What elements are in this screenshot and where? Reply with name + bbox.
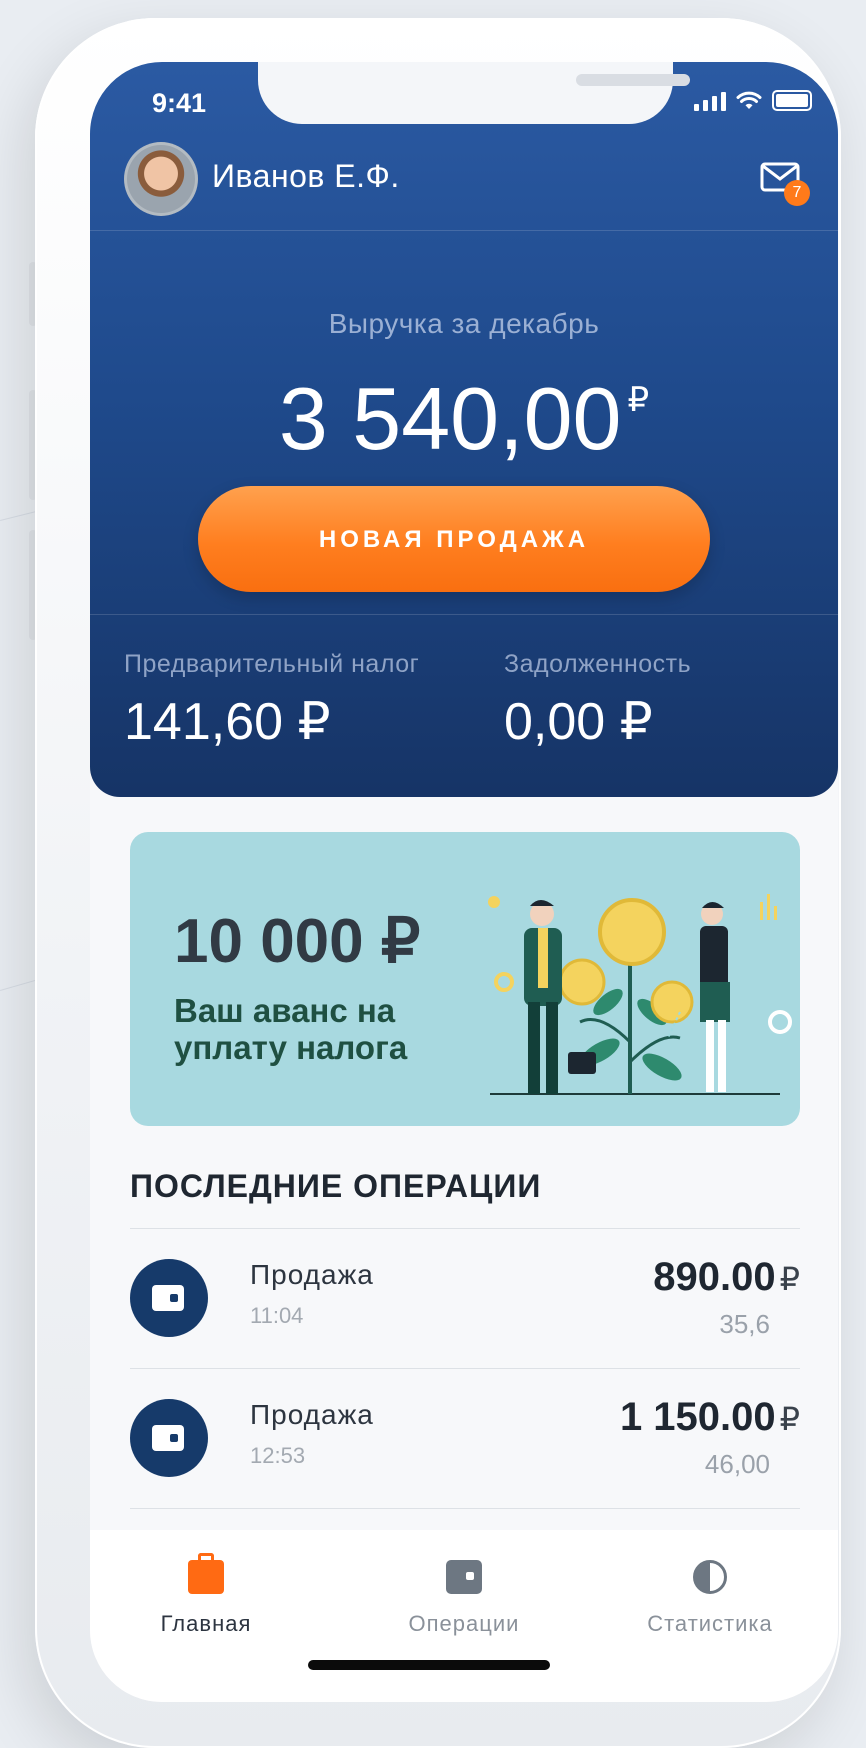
tab-label: Главная — [160, 1611, 252, 1636]
avatar[interactable] — [124, 142, 198, 216]
operation-title: Продажа — [250, 1399, 374, 1430]
operation-title: Продажа — [250, 1259, 374, 1290]
operation-row[interactable]: Продажа 11:04 890.00 ₽ 35,6 — [130, 1228, 800, 1369]
revenue-amount-value: 3 540,00 — [278, 369, 622, 468]
revenue-header: 9:41 Иванов Е.Ф. 7 Выручка за декабрь 3 … — [90, 62, 838, 797]
user-name[interactable]: Иванов Е.Ф. — [212, 158, 400, 195]
debt-value: 0,00 ₽ — [504, 693, 653, 751]
tab-label: Операции — [408, 1611, 520, 1636]
app-screen: 9:41 Иванов Е.Ф. 7 Выручка за декабрь 3 … — [90, 62, 838, 1702]
operation-currency: ₽ — [779, 1261, 800, 1297]
tab-statistics[interactable]: Статистика — [610, 1560, 810, 1637]
speaker-grille — [576, 74, 690, 86]
operation-time: 11:04 — [250, 1303, 304, 1328]
operation-row[interactable]: Продажа 12:53 1 150.00 ₽ 46,00 — [130, 1368, 800, 1509]
status-icons — [694, 90, 812, 111]
promo-banner[interactable]: 10 000 ₽ Ваш аванс на уплату налога — [130, 832, 800, 1126]
revenue-amount: 3 540,00 ₽ — [90, 368, 838, 470]
operation-currency: ₽ — [779, 1401, 800, 1437]
briefcase-icon — [188, 1553, 224, 1594]
tab-operations[interactable]: Операции — [364, 1560, 564, 1637]
divider — [90, 230, 838, 231]
operation-amount-value: 890.00 — [653, 1255, 776, 1299]
recent-operations-title: ПОСЛЕДНИЕ ОПЕРАЦИИ — [130, 1168, 542, 1204]
pie-chart-icon — [693, 1560, 727, 1594]
debt-label: Задолженность — [504, 650, 692, 678]
phone-notch — [258, 62, 690, 124]
promo-text: Ваш аванс на уплату налога — [174, 992, 408, 1066]
preliminary-tax-label: Предварительный налог — [124, 650, 420, 678]
revenue-currency: ₽ — [627, 381, 650, 419]
operation-amount: 890.00 ₽ — [653, 1255, 800, 1300]
wallet-icon — [130, 1259, 208, 1337]
status-time: 9:41 — [152, 88, 207, 118]
tab-home[interactable]: Главная — [106, 1553, 306, 1637]
operation-time: 12:53 — [250, 1443, 306, 1468]
new-sale-button[interactable]: НОВАЯ ПРОДАЖА — [198, 486, 710, 592]
battery-icon — [772, 90, 812, 111]
wifi-icon — [736, 91, 762, 109]
revenue-label: Выручка за декабрь — [328, 308, 600, 339]
tab-label: Статистика — [647, 1611, 773, 1636]
operation-tax: 46,00 — [704, 1449, 770, 1479]
promo-amount: 10 000 ₽ — [174, 907, 421, 976]
operation-tax: 35,6 — [719, 1309, 770, 1339]
divider — [90, 614, 838, 615]
home-indicator[interactable] — [308, 1660, 550, 1670]
signal-icon — [694, 91, 726, 111]
wallet-icon — [446, 1560, 482, 1594]
promo-illustration — [488, 894, 792, 1095]
preliminary-tax-value: 141,60 ₽ — [124, 693, 331, 751]
notification-badge: 7 — [784, 180, 810, 206]
wallet-icon — [130, 1399, 208, 1477]
bottom-tab-bar: Главная Операции Статистика — [90, 1530, 838, 1702]
operation-amount: 1 150.00 ₽ — [620, 1395, 800, 1440]
operation-row-divider — [130, 1508, 800, 1510]
operation-amount-value: 1 150.00 — [619, 1395, 776, 1439]
